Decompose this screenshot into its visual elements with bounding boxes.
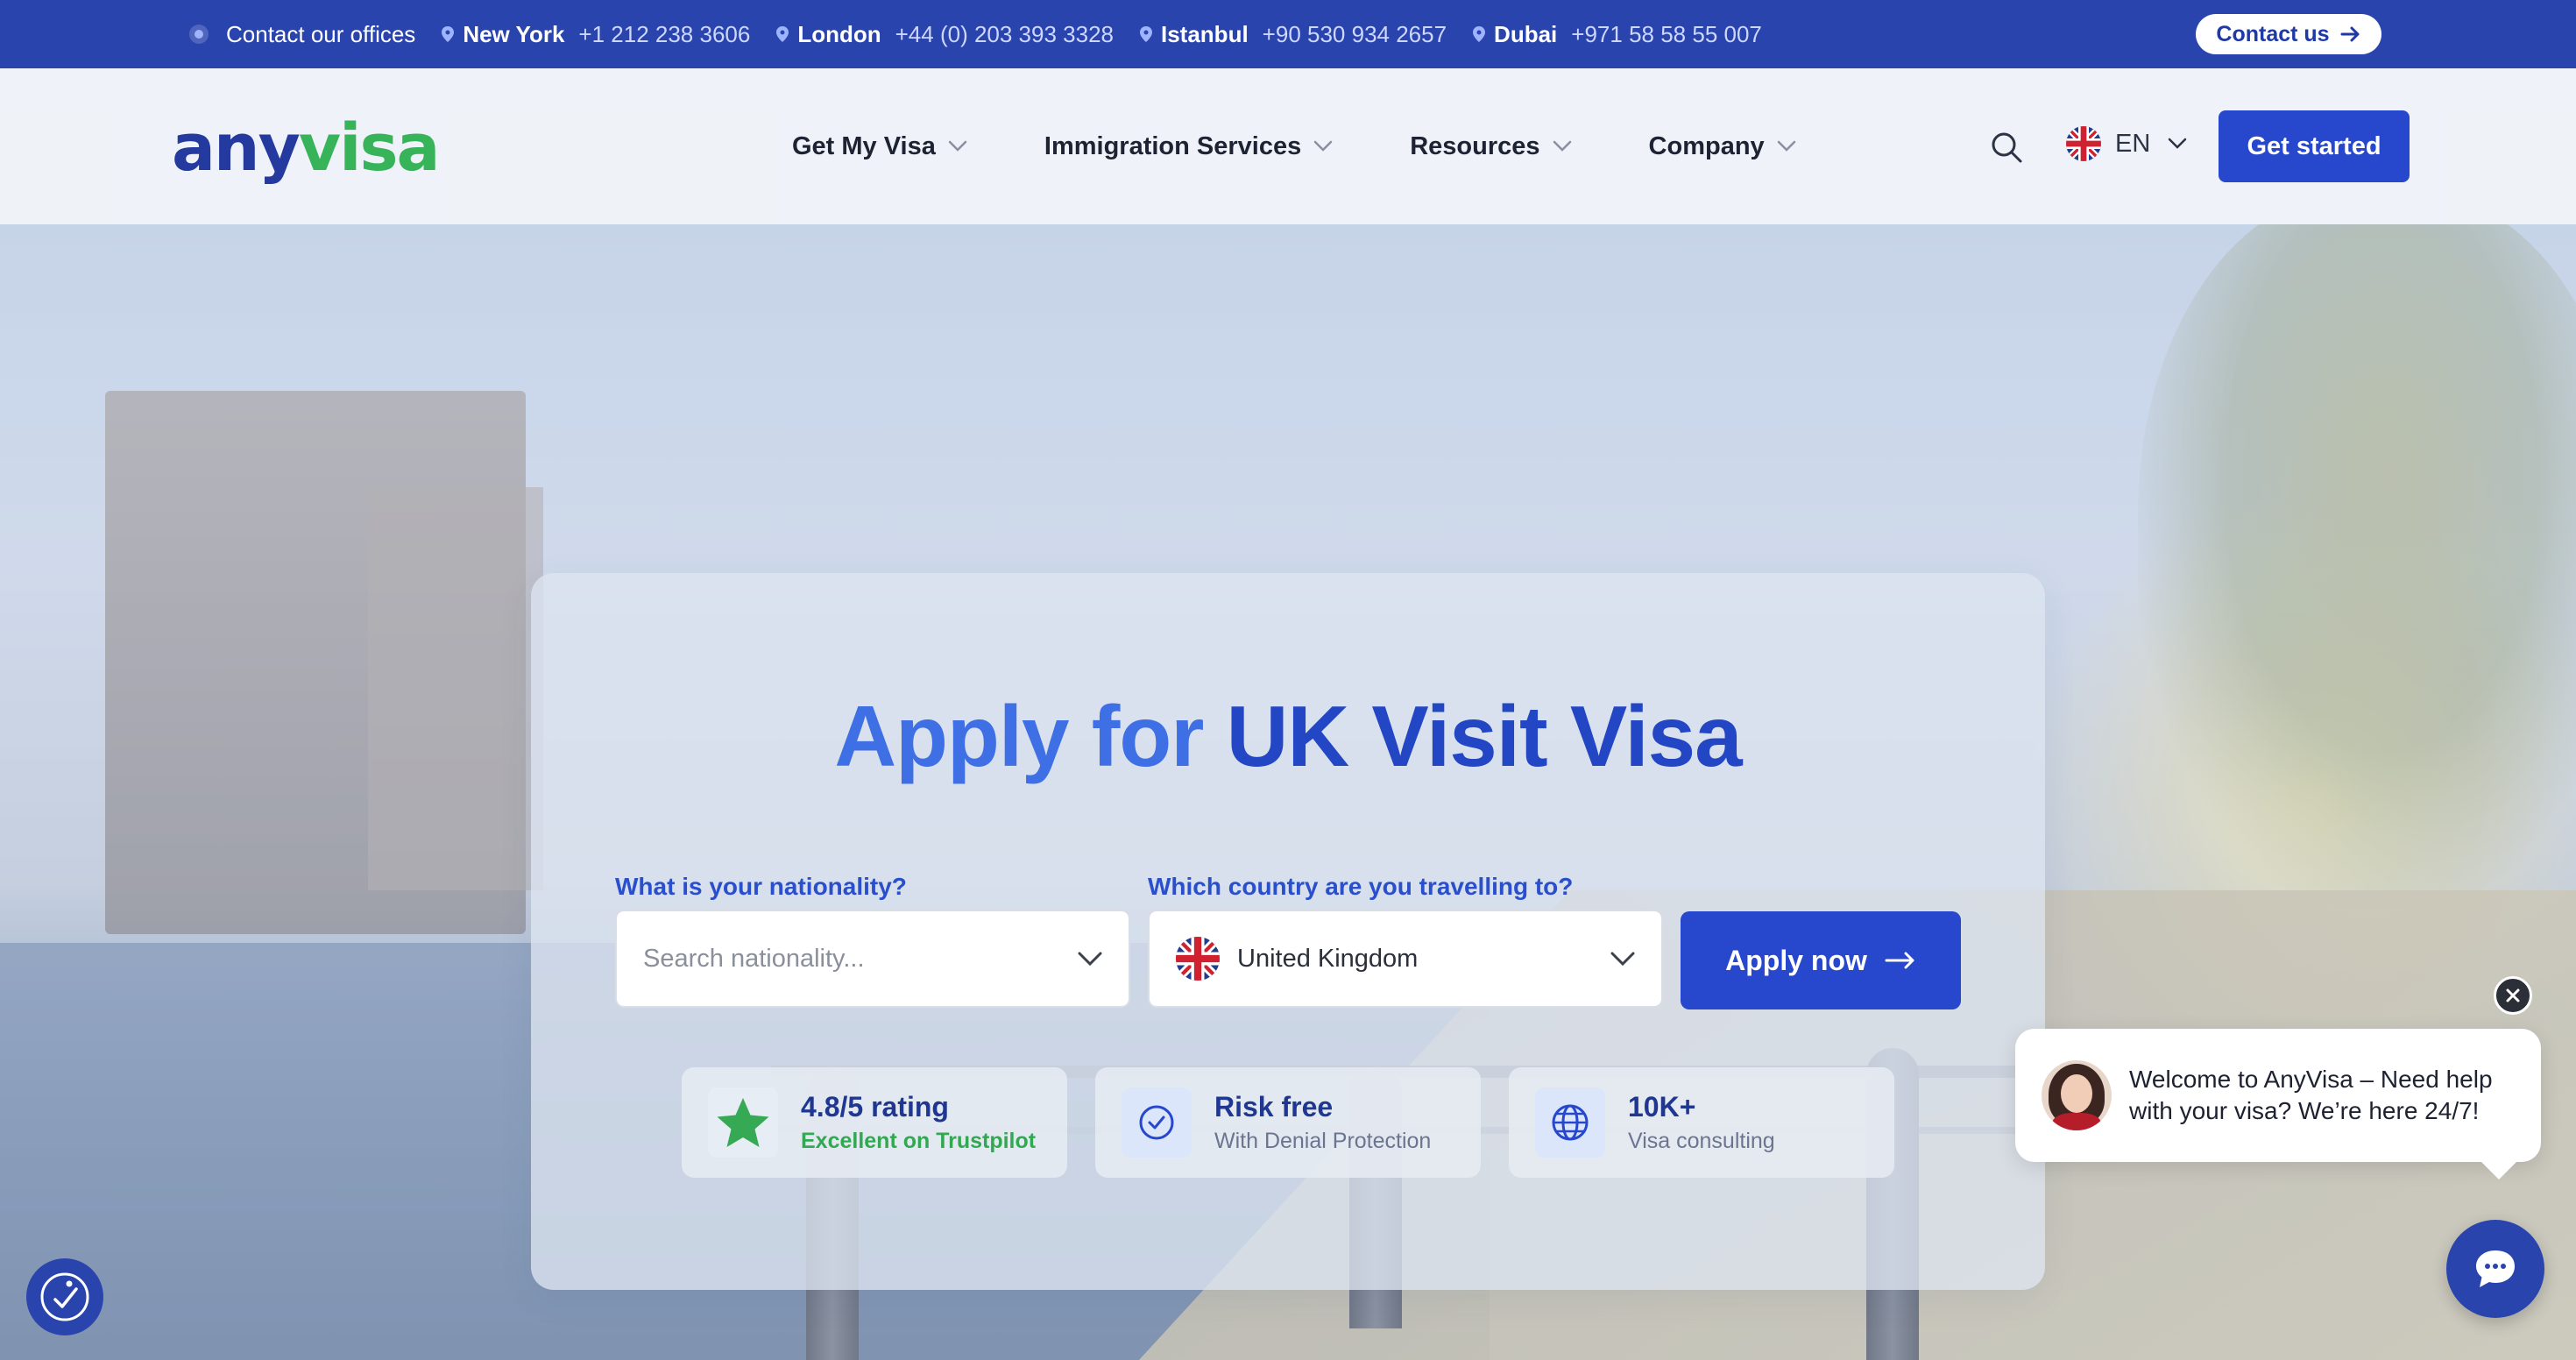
chevron-down-icon: [1553, 140, 1571, 152]
avatar: [2042, 1060, 2112, 1130]
status-dot-icon: [189, 25, 209, 44]
top-contact-bar: Contact our offices New York +1 212 238 …: [0, 0, 2576, 68]
nav-company[interactable]: Company: [1649, 132, 1796, 161]
stat-sub: Excellent on Trustpilot: [801, 1129, 1037, 1153]
uk-flag-icon: [2066, 126, 2101, 161]
nationality-placeholder: Search nationality...: [643, 944, 865, 973]
office-new-york[interactable]: New York +1 212 238 3606: [442, 21, 750, 48]
stat-consulting: 10K+ Visa consulting: [1509, 1067, 1894, 1178]
title-part2: UK Visit Visa: [1226, 688, 1743, 784]
location-pin-icon: [1140, 26, 1152, 42]
nav-label: Resources: [1410, 131, 1540, 160]
nav-label: Immigration Services: [1044, 131, 1302, 160]
chat-close-button[interactable]: [2494, 976, 2532, 1015]
office-city: Dubai: [1494, 20, 1558, 47]
search-icon[interactable]: [1989, 130, 2024, 165]
accessibility-icon: [40, 1272, 89, 1321]
chevron-down-icon: [1078, 952, 1102, 966]
location-pin-icon: [442, 26, 455, 42]
nav-resources[interactable]: Resources: [1410, 132, 1571, 161]
chat-welcome-bubble[interactable]: Welcome to AnyVisa – Need help with your…: [2015, 1029, 2541, 1179]
globe-icon: [1535, 1087, 1605, 1158]
check-circle-icon: [1122, 1087, 1192, 1158]
anyvisa-logo[interactable]: anyvisa: [172, 110, 441, 186]
logo-text-visa: visa: [298, 110, 441, 186]
office-city: New York: [463, 20, 565, 47]
chat-open-button[interactable]: [2446, 1220, 2544, 1318]
logo-text-any: any: [172, 110, 301, 186]
stat-rating: 4.8/5 rating Excellent on Trustpilot: [682, 1067, 1067, 1178]
office-phone[interactable]: +90 530 934 2657: [1263, 21, 1447, 48]
offices-list: Contact our offices New York +1 212 238 …: [189, 0, 1762, 68]
accessibility-button[interactable]: [26, 1258, 103, 1335]
chevron-down-icon: [1313, 140, 1333, 152]
chat-icon: [2476, 1250, 2515, 1287]
chevron-down-icon: [2169, 138, 2187, 149]
contact-us-label: Contact us: [2216, 21, 2330, 46]
stat-risk-free: Risk free With Denial Protection: [1095, 1067, 1481, 1178]
site-header: anyvisa Get My Visa Immigration Services…: [0, 68, 2576, 224]
hero-section: Apply for UK Visit Visa What is your nat…: [0, 224, 2576, 1360]
office-london[interactable]: London +44 (0) 203 393 3328: [776, 21, 1114, 48]
star-icon: [708, 1087, 778, 1158]
page-title: Apply for UK Visit Visa: [531, 687, 2045, 786]
office-phone[interactable]: +1 212 238 3606: [578, 21, 750, 48]
arrow-right-icon: [2340, 26, 2360, 42]
office-istanbul[interactable]: Istanbul +90 530 934 2657: [1140, 21, 1447, 48]
chat-message: Welcome to AnyVisa – Need help with your…: [2129, 1066, 2493, 1124]
nav-get-my-visa[interactable]: Get My Visa: [792, 132, 967, 161]
stat-sub: Visa consulting: [1628, 1129, 1775, 1153]
stat-main: 4.8/5 rating: [801, 1091, 949, 1123]
office-phone[interactable]: +44 (0) 203 393 3328: [895, 21, 1114, 48]
language-code: EN: [2115, 129, 2151, 158]
uk-flag-icon: [1176, 937, 1220, 981]
chevron-down-icon: [948, 140, 967, 152]
stat-sub: With Denial Protection: [1214, 1129, 1432, 1153]
office-dubai[interactable]: Dubai +971 58 58 55 007: [1473, 21, 1762, 48]
apply-now-button[interactable]: Apply now: [1681, 911, 1961, 1009]
stat-main: 10K+: [1628, 1091, 1696, 1123]
office-city: Istanbul: [1161, 20, 1249, 47]
stat-main: Risk free: [1214, 1091, 1334, 1123]
destination-value: United Kingdom: [1237, 944, 1419, 973]
title-part1: Apply for: [834, 688, 1204, 784]
close-icon: [2506, 988, 2520, 1002]
nav-label: Company: [1648, 131, 1765, 160]
language-selector[interactable]: EN: [2066, 126, 2187, 161]
office-city: London: [797, 20, 881, 47]
office-phone[interactable]: +971 58 58 55 007: [1571, 21, 1762, 48]
nationality-select[interactable]: Search nationality...: [615, 910, 1130, 1008]
apply-now-label: Apply now: [1725, 944, 1867, 976]
get-started-button[interactable]: Get started: [2219, 110, 2410, 182]
contact-us-button[interactable]: Contact us: [2196, 14, 2381, 54]
offices-label: Contact our offices: [226, 20, 416, 47]
location-pin-icon: [776, 26, 789, 42]
visa-search-card: Apply for UK Visit Visa What is your nat…: [531, 573, 2045, 1290]
chevron-down-icon: [1777, 140, 1795, 152]
location-pin-icon: [1473, 26, 1486, 42]
destination-label: Which country are you travelling to?: [1148, 873, 1574, 900]
nav-immigration-services[interactable]: Immigration Services: [1044, 132, 1333, 161]
nav-label: Get My Visa: [792, 131, 936, 160]
main-nav: Get My Visa Immigration Services Resourc…: [792, 68, 1873, 224]
arrow-right-icon: [1885, 952, 1914, 969]
destination-select[interactable]: United Kingdom: [1148, 910, 1663, 1008]
nationality-label: What is your nationality?: [615, 873, 907, 900]
chevron-down-icon: [1610, 952, 1635, 966]
